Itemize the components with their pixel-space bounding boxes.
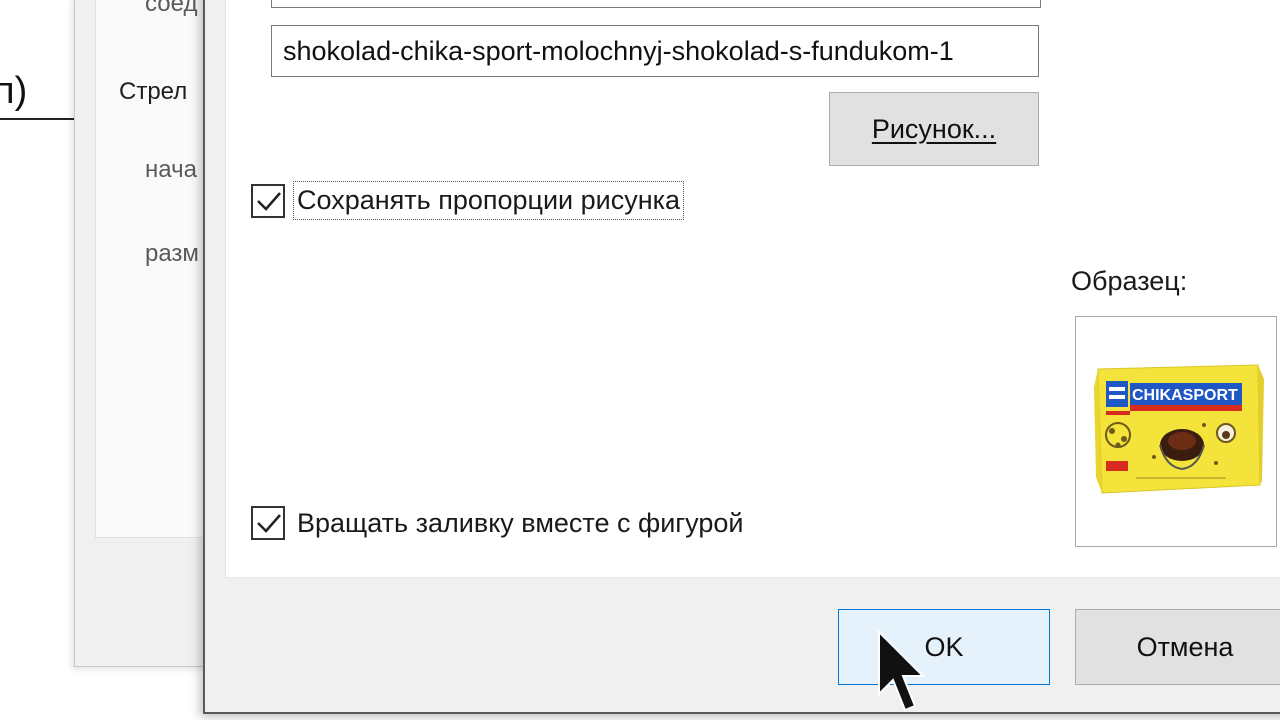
background-document: п) [0, 0, 80, 720]
ok-button[interactable]: OK [838, 609, 1050, 685]
previous-field[interactable] [271, 0, 1041, 8]
picture-button[interactable]: Рисунок... [829, 92, 1039, 166]
picture-file-name-field[interactable]: shokolad-chika-sport-molochnyj-shokolad-… [271, 25, 1039, 77]
format-shape-dialog: shokolad-chika-sport-molochnyj-shokolad-… [203, 0, 1280, 714]
bg-dialog-label-connection: соед [145, 0, 198, 17]
keep-proportions-row[interactable]: Сохранять пропорции рисунка [251, 181, 685, 220]
mouse-pointer-icon [878, 630, 926, 712]
keep-proportions-checkbox[interactable] [251, 183, 285, 218]
ok-button-label: OK [924, 632, 964, 662]
keep-proportions-label: Сохранять пропорции рисунка [292, 181, 685, 220]
rotate-with-shape-row[interactable]: Вращать заливку вместе с фигурой [251, 506, 743, 540]
picture-button-label: Рисунок... [871, 114, 997, 144]
picture-fill-panel: shokolad-chika-sport-molochnyj-shokolad-… [225, 0, 1280, 578]
document-rule [0, 118, 76, 120]
bg-dialog-label-arrows: Стрел [119, 78, 188, 105]
sample-preview: CHIKASPORT [1075, 316, 1277, 547]
bg-dialog-label-size: разм [145, 240, 199, 267]
checkmark-icon [257, 514, 281, 533]
chocolate-package-image: CHIKASPORT [1094, 364, 1264, 494]
bg-dialog-label-begin: нача [145, 156, 197, 183]
rotate-with-shape-label: Вращать заливку вместе с фигурой [297, 507, 744, 538]
document-heading-fragment: п) [0, 70, 28, 112]
cancel-button-label: Отмена [1136, 632, 1234, 662]
rotate-with-shape-checkbox[interactable] [251, 506, 285, 540]
cancel-button[interactable]: Отмена [1075, 609, 1280, 685]
background-dialog: соед Стрел нача разм [74, 0, 227, 667]
sample-label: Образец: [1071, 266, 1188, 296]
checkmark-icon [257, 191, 281, 211]
package-brand-text: CHIKASPORT [1132, 387, 1238, 404]
